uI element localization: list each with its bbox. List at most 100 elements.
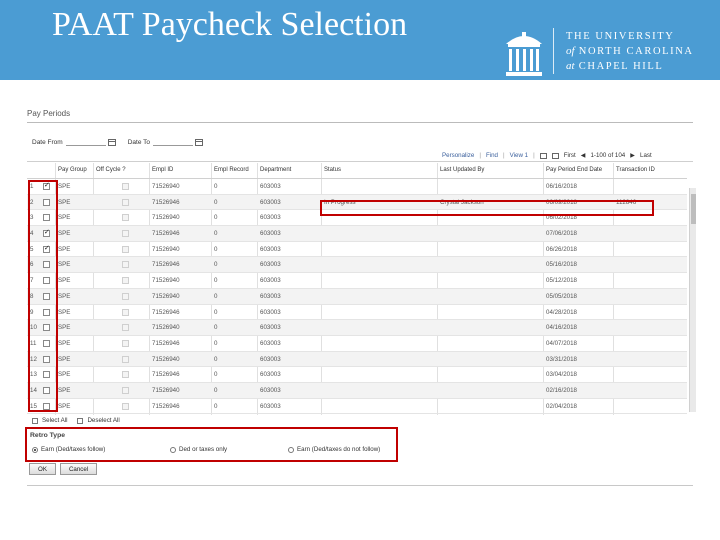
col-transaction-id[interactable]: Transaction ID xyxy=(616,167,655,173)
off-cycle-checkbox xyxy=(122,261,129,269)
cell-pg: SPE xyxy=(58,261,71,269)
cell-pg: SPE xyxy=(58,277,71,285)
title-divider xyxy=(27,122,693,123)
select-all-checkbox-icon[interactable] xyxy=(32,417,38,424)
cell-end: 05/05/2018 xyxy=(546,292,577,300)
off-cycle-checkbox xyxy=(122,402,129,410)
deselect-all-link[interactable]: Deselect All xyxy=(87,417,119,424)
highlight-in-progress-row xyxy=(320,200,654,216)
grid-toolbar: Personalize | Find | View 1 | First ◀ 1-… xyxy=(442,152,652,159)
cell-emplid: 71526940 xyxy=(152,183,180,190)
old-well-logo-icon xyxy=(506,32,542,76)
cell-pg: SPE xyxy=(58,402,71,410)
off-cycle-checkbox xyxy=(122,214,129,222)
table-row: 1SPE71526940060300306/16/2018 xyxy=(27,179,687,195)
date-from-calendar-icon[interactable] xyxy=(107,139,116,146)
cell-end: 06/16/2018 xyxy=(546,183,577,190)
col-status[interactable]: Status xyxy=(324,167,341,173)
cell-emplid: 71526946 xyxy=(152,230,180,238)
cell-dept: 603003 xyxy=(260,292,281,300)
date-to-input[interactable] xyxy=(153,139,193,146)
cell-emplid: 71526940 xyxy=(152,245,180,253)
cell-pg: SPE xyxy=(58,214,71,222)
first-link[interactable]: First xyxy=(564,152,576,159)
date-to-calendar-icon[interactable] xyxy=(195,139,203,146)
cell-emplid: 71526946 xyxy=(152,198,180,206)
cell-dept: 603003 xyxy=(260,324,281,332)
cell-end: 05/16/2018 xyxy=(546,261,577,269)
cell-emplid: 71526940 xyxy=(152,292,180,300)
grid-top-divider xyxy=(27,161,693,162)
cell-rec: 0 xyxy=(214,371,218,379)
cell-rec: 0 xyxy=(214,386,218,394)
date-from-input[interactable] xyxy=(65,139,106,146)
cell-end: 02/16/2018 xyxy=(546,386,577,394)
action-buttons: OK Cancel xyxy=(29,463,98,475)
select-controls: Select All Deselect All xyxy=(32,417,120,424)
cell-dept: 603003 xyxy=(260,214,281,222)
view-link[interactable]: View 1 xyxy=(510,152,528,159)
zoom-grid-icon[interactable] xyxy=(551,152,559,159)
cell-pg: SPE xyxy=(58,371,71,379)
scrollbar-thumb[interactable] xyxy=(691,194,696,224)
cell-pg: SPE xyxy=(58,339,71,347)
deselect-all-checkbox-icon[interactable] xyxy=(77,417,84,424)
cell-dept: 603003 xyxy=(260,402,281,410)
off-cycle-checkbox xyxy=(122,371,129,379)
ok-button[interactable]: OK xyxy=(29,463,56,475)
cell-end: 04/16/2018 xyxy=(546,324,577,332)
download-grid-icon[interactable] xyxy=(539,152,547,159)
cell-pg: SPE xyxy=(58,292,71,300)
date-to-label: Date To xyxy=(127,139,150,146)
grid-scrollbar[interactable] xyxy=(689,188,696,412)
col-department[interactable]: Department xyxy=(260,167,291,173)
cell-end: 02/04/2018 xyxy=(546,402,577,410)
find-link[interactable]: Find xyxy=(486,152,498,159)
cell-rec: 0 xyxy=(214,230,218,238)
off-cycle-checkbox xyxy=(122,277,129,285)
row-range: 1-100 of 104 xyxy=(590,152,626,159)
off-cycle-checkbox xyxy=(122,355,129,363)
col-last-updated-by[interactable]: Last Updated By xyxy=(440,167,484,173)
next-arrow-icon[interactable]: ▶ xyxy=(630,152,635,159)
cell-rec: 0 xyxy=(214,339,218,347)
page-title: Pay Periods xyxy=(27,109,71,118)
cell-pg: SPE xyxy=(58,308,71,316)
table-row: 10 SPE 71526940 0 603003 04/16/2018 xyxy=(27,320,687,336)
cell-emplid: 71526940 xyxy=(152,386,180,394)
cell-emplid: 71526940 xyxy=(152,277,180,285)
personalize-link[interactable]: Personalize xyxy=(442,152,474,159)
cell-emplid: 71526940 xyxy=(152,355,180,363)
col-pay-period-end-date[interactable]: Pay Period End Date xyxy=(546,167,602,173)
cell-rec: 0 xyxy=(214,261,218,269)
slide-banner: PAAT Paycheck Selection THE UNIVERSITY o… xyxy=(0,0,720,80)
col-off-cycle[interactable]: Off Cycle ? xyxy=(96,167,126,173)
cell-pg: SPE xyxy=(58,183,71,190)
cell-emplid: 71526940 xyxy=(152,324,180,332)
cell-end: 03/04/2018 xyxy=(546,371,577,379)
bottom-divider xyxy=(27,485,693,486)
last-link[interactable]: Last xyxy=(640,152,652,159)
cell-emplid: 71526946 xyxy=(152,371,180,379)
cell-dept: 603003 xyxy=(260,183,281,190)
col-empl-record[interactable]: Empl Record xyxy=(214,167,249,173)
table-row: 6 SPE 71526946 0 603003 05/16/2018 xyxy=(27,257,687,274)
cell-pg: SPE xyxy=(58,386,71,394)
table-row: 13 SPE 71526946 0 603003 03/04/2018 xyxy=(27,367,687,383)
cell-emplid: 71526946 xyxy=(152,402,180,410)
cell-emplid: 71526940 xyxy=(152,214,180,222)
cell-dept: 603003 xyxy=(260,339,281,347)
cancel-button[interactable]: Cancel xyxy=(59,463,98,475)
prev-arrow-icon[interactable]: ◀ xyxy=(581,152,586,159)
off-cycle-checkbox xyxy=(122,386,129,394)
select-all-link[interactable]: Select All xyxy=(42,417,67,424)
cell-emplid: 71526946 xyxy=(152,261,180,269)
wordmark-line-3: at CHAPEL HILL xyxy=(566,60,664,72)
highlight-selection-column xyxy=(28,180,58,412)
col-empl-id[interactable]: Empl ID xyxy=(152,167,173,173)
grid-header-row: Pay Group Off Cycle ? Empl ID Empl Recor… xyxy=(27,163,687,179)
cell-rec: 0 xyxy=(214,324,218,332)
col-pay-group[interactable]: Pay Group xyxy=(58,167,87,173)
off-cycle-checkbox xyxy=(122,245,129,253)
cell-rec: 0 xyxy=(214,245,218,253)
